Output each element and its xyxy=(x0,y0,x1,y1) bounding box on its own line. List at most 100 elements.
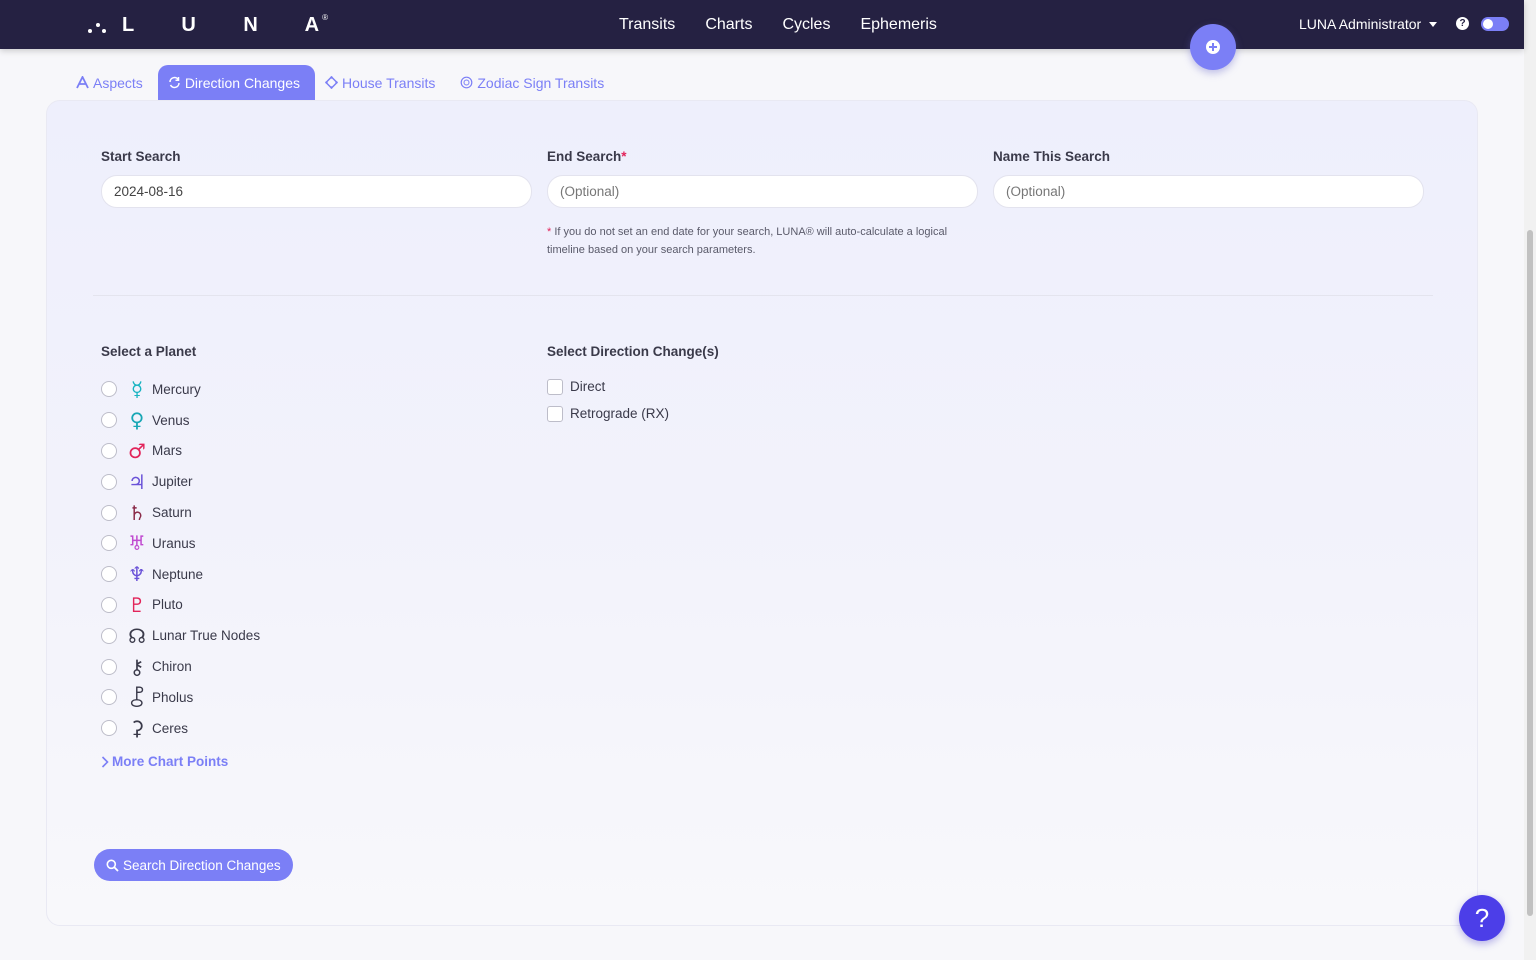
planet-radio[interactable] xyxy=(101,627,117,644)
tab-label: Zodiac Sign Transits xyxy=(477,74,605,91)
planet-radio[interactable] xyxy=(101,412,117,429)
saturn-glyph-icon: ♄ xyxy=(128,500,146,525)
planet-radio[interactable] xyxy=(101,381,117,398)
search-icon xyxy=(106,859,119,872)
direction-list: Direct Retrograde (RX) xyxy=(547,373,669,427)
planet-radio[interactable] xyxy=(101,658,117,675)
planet-option-lunar-true-nodes[interactable]: ☊ Lunar True Nodes xyxy=(101,620,260,651)
help-chat-button[interactable]: ? xyxy=(1459,895,1505,941)
planet-radio[interactable] xyxy=(101,566,117,583)
logo-registered-mark: ® xyxy=(322,12,329,22)
uranus-glyph-icon: ♅ xyxy=(128,531,146,556)
tab-aspects[interactable]: Aspects xyxy=(66,65,158,100)
jupiter-glyph-icon: ♃ xyxy=(128,469,146,494)
help-icon[interactable]: ? xyxy=(1456,17,1469,30)
planet-radio[interactable] xyxy=(101,720,117,737)
tab-house-transits[interactable]: House Transits xyxy=(315,65,450,100)
retrograde-checkbox[interactable] xyxy=(547,405,563,422)
name-search-label: Name This Search xyxy=(993,149,1111,164)
ceres-glyph-icon: ⚳ xyxy=(129,716,145,741)
planet-option-venus[interactable]: ♀ Venus xyxy=(101,405,260,436)
section-divider xyxy=(93,295,1433,296)
tab-label: Direction Changes xyxy=(184,74,300,91)
direction-option-retrograde[interactable]: Retrograde (RX) xyxy=(547,400,669,427)
planet-option-uranus[interactable]: ♅ Uranus xyxy=(101,528,260,559)
planet-list: ☿ Mercury ♀ Venus ♂ Mars ♃ Jupiter ♄ Saturn ♅ Uranu… xyxy=(101,374,260,744)
planet-label: Mercury xyxy=(152,381,201,397)
planet-label: Lunar True Nodes xyxy=(152,628,261,644)
main-nav: Transits Charts Cycles Ephemeris xyxy=(619,0,937,49)
house-icon xyxy=(324,76,338,89)
more-chart-points-link[interactable]: More Chart Points xyxy=(101,754,228,769)
mercury-glyph-icon: ☿ xyxy=(130,377,144,402)
planet-option-chiron[interactable]: ⚷ Chiron xyxy=(101,651,260,682)
planet-option-pluto[interactable]: ♇ Pluto xyxy=(101,590,260,621)
planet-label: Uranus xyxy=(152,535,196,551)
tab-zodiac-sign-transits[interactable]: Zodiac Sign Transits xyxy=(450,65,619,100)
chevron-right-icon xyxy=(101,755,109,768)
planet-radio[interactable] xyxy=(101,596,117,613)
planet-label: Saturn xyxy=(152,505,192,521)
direction-label: Retrograde (RX) xyxy=(570,406,670,421)
planet-option-jupiter[interactable]: ♃ Jupiter xyxy=(101,466,260,497)
tab-direction-changes[interactable]: Direction Changes xyxy=(157,65,315,100)
scrollbar-thumb[interactable] xyxy=(1527,230,1533,916)
nav-cycles[interactable]: Cycles xyxy=(782,16,830,34)
luna-logo[interactable]: L U N A ® xyxy=(88,12,346,38)
planet-option-mercury[interactable]: ☿ Mercury xyxy=(101,374,260,405)
lunar-true-nodes-glyph-icon: ☊ xyxy=(128,623,146,648)
planet-option-neptune[interactable]: ♆ Neptune xyxy=(101,559,260,590)
pluto-glyph-icon: ♇ xyxy=(128,592,146,617)
planet-label: Chiron xyxy=(152,659,192,675)
search-direction-changes-button[interactable]: Search Direction Changes xyxy=(94,849,293,881)
end-date-note: * If you do not set an end date for your… xyxy=(547,223,957,259)
logo-wordmark: L U N A xyxy=(122,13,341,36)
pholus-glyph-icon: ⯛ xyxy=(129,685,145,710)
planet-label: Ceres xyxy=(152,720,189,736)
planet-label: Venus xyxy=(152,412,190,428)
end-search-input[interactable]: (Optional) xyxy=(547,175,978,208)
transit-tabs: Aspects Direction Changes House Transits… xyxy=(66,65,619,100)
start-search-input[interactable]: 2024-08-16 xyxy=(101,175,532,208)
mars-glyph-icon: ♂ xyxy=(128,438,146,463)
planet-label: Neptune xyxy=(152,566,204,582)
caret-down-icon xyxy=(1429,21,1438,27)
venus-glyph-icon: ♀ xyxy=(129,408,145,433)
planet-option-saturn[interactable]: ♄ Saturn xyxy=(101,497,260,528)
select-direction-label: Select Direction Change(s) xyxy=(547,344,719,359)
user-name: LUNA Administrator xyxy=(1299,16,1422,32)
neptune-glyph-icon: ♆ xyxy=(128,562,146,587)
more-chart-points-label: More Chart Points xyxy=(112,754,229,769)
planet-radio[interactable] xyxy=(101,689,117,706)
planet-radio[interactable] xyxy=(101,535,117,552)
direct-checkbox[interactable] xyxy=(547,378,563,395)
start-search-label: Start Search xyxy=(101,149,181,164)
planet-option-pholus[interactable]: ⯛ Pholus xyxy=(101,682,260,713)
nav-transits[interactable]: Transits xyxy=(619,16,675,34)
theme-toggle[interactable] xyxy=(1481,17,1509,31)
name-search-input[interactable]: (Optional) xyxy=(993,175,1424,208)
plus-circle-icon xyxy=(1206,40,1220,54)
planet-label: Pluto xyxy=(152,597,183,613)
refresh-icon xyxy=(169,76,180,89)
zodiac-icon xyxy=(460,76,473,89)
add-button[interactable] xyxy=(1190,24,1236,70)
planet-radio[interactable] xyxy=(101,504,117,521)
nav-charts[interactable]: Charts xyxy=(705,16,752,34)
tab-label: Aspects xyxy=(93,74,143,91)
note-text: If you do not set an end date for your s… xyxy=(547,226,948,256)
planet-option-ceres[interactable]: ⚳ Ceres xyxy=(101,713,260,744)
planet-label: Mars xyxy=(152,443,182,459)
search-button-label: Search Direction Changes xyxy=(123,857,281,873)
planet-label: Jupiter xyxy=(152,474,193,490)
planet-radio[interactable] xyxy=(101,473,117,490)
top-navbar: L U N A ® Transits Charts Cycles Ephemer… xyxy=(0,0,1524,49)
page-scrollbar[interactable] xyxy=(1524,0,1536,960)
user-menu-dropdown[interactable]: LUNA Administrator xyxy=(1299,16,1438,32)
nav-ephemeris[interactable]: Ephemeris xyxy=(860,16,936,34)
end-search-label-text: End Search xyxy=(547,149,622,164)
tab-label: House Transits xyxy=(341,74,436,91)
planet-option-mars[interactable]: ♂ Mars xyxy=(101,436,260,467)
direction-option-direct[interactable]: Direct xyxy=(547,373,669,400)
planet-radio[interactable] xyxy=(101,442,117,459)
